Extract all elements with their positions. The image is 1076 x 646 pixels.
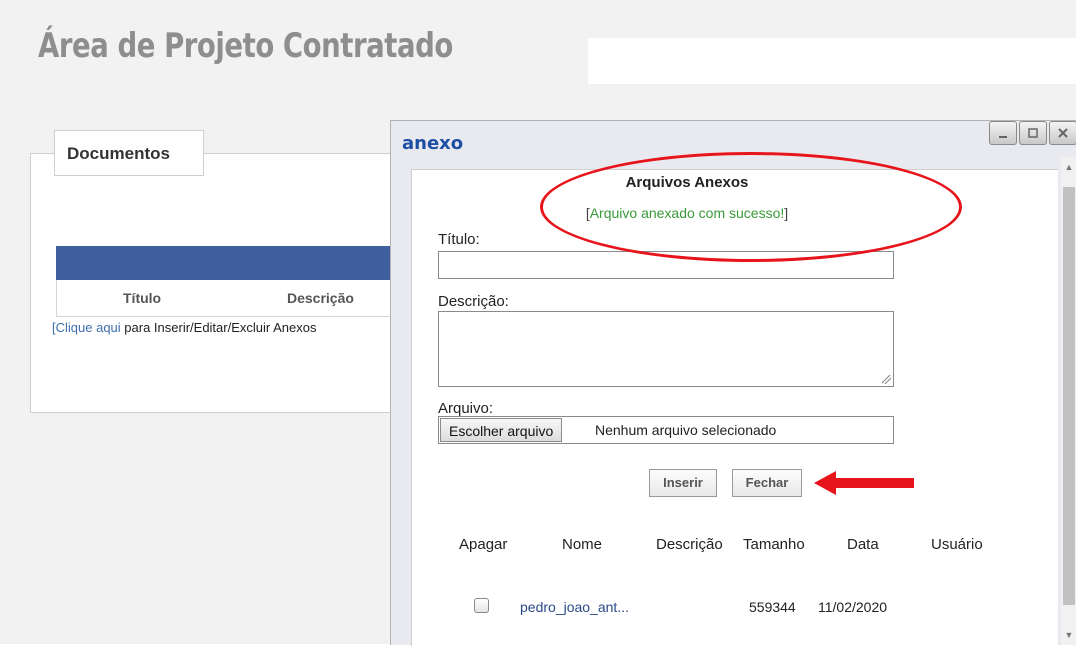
close-icon[interactable] bbox=[1049, 121, 1076, 145]
file-size: 559344 bbox=[749, 599, 796, 615]
page-header: Área de Projeto Contratado bbox=[0, 0, 1076, 92]
scroll-down-icon[interactable]: ▼ bbox=[1061, 627, 1076, 643]
minimize-icon[interactable] bbox=[989, 121, 1017, 145]
delete-checkbox[interactable] bbox=[474, 598, 489, 613]
titulo-label: Título: bbox=[438, 231, 480, 248]
col-tamanho: Tamanho bbox=[743, 536, 805, 553]
file-date: 11/02/2020 bbox=[818, 599, 888, 615]
column-descricao: Descrição bbox=[287, 290, 354, 306]
file-name-link[interactable]: pedro_joao_ant... bbox=[520, 599, 629, 615]
documentos-legend: Documentos bbox=[54, 130, 204, 176]
maximize-icon[interactable] bbox=[1019, 121, 1047, 145]
fechar-button[interactable]: Fechar bbox=[732, 469, 802, 497]
scrollbar-thumb[interactable] bbox=[1063, 187, 1075, 605]
header-box bbox=[588, 38, 1076, 84]
inserir-button[interactable]: Inserir bbox=[649, 469, 717, 497]
col-nome: Nome bbox=[562, 536, 603, 553]
col-apagar: Apagar bbox=[459, 536, 508, 553]
annotation-ellipse bbox=[540, 152, 962, 262]
no-file-text: Nenhum arquivo selecionado bbox=[595, 422, 777, 438]
arquivo-label: Arquivo: bbox=[438, 400, 494, 417]
column-titulo: Título bbox=[123, 290, 162, 306]
documentos-table-header-bar bbox=[56, 246, 396, 280]
dialog-title: anexo bbox=[402, 133, 464, 154]
anexos-link-line: [Clique aqui para Inserir/Editar/Excluir… bbox=[52, 320, 390, 335]
col-descricao: Descrição bbox=[656, 536, 723, 553]
documentos-table-columns: Título Descrição bbox=[56, 280, 397, 317]
clique-aqui-link[interactable]: Clique aqui bbox=[56, 320, 121, 335]
resize-handle-icon[interactable] bbox=[882, 375, 891, 384]
file-input[interactable]: Escolher arquivo Nenhum arquivo selecion… bbox=[438, 416, 894, 444]
window-controls bbox=[987, 121, 1076, 147]
col-data: Data bbox=[847, 536, 879, 553]
page-title: Área de Projeto Contratado bbox=[38, 26, 453, 66]
choose-file-button[interactable]: Escolher arquivo bbox=[440, 418, 563, 442]
descricao-textarea[interactable] bbox=[438, 311, 894, 387]
col-usuario: Usuário bbox=[931, 536, 983, 553]
arrow-left-icon bbox=[814, 471, 914, 495]
anexos-link-suffix: para Inserir/Editar/Excluir Anexos bbox=[120, 320, 317, 335]
scroll-up-icon[interactable]: ▲ bbox=[1061, 159, 1076, 175]
descricao-label: Descrição: bbox=[438, 293, 509, 310]
dialog-scrollbar[interactable]: ▲ ▼ bbox=[1061, 157, 1076, 645]
